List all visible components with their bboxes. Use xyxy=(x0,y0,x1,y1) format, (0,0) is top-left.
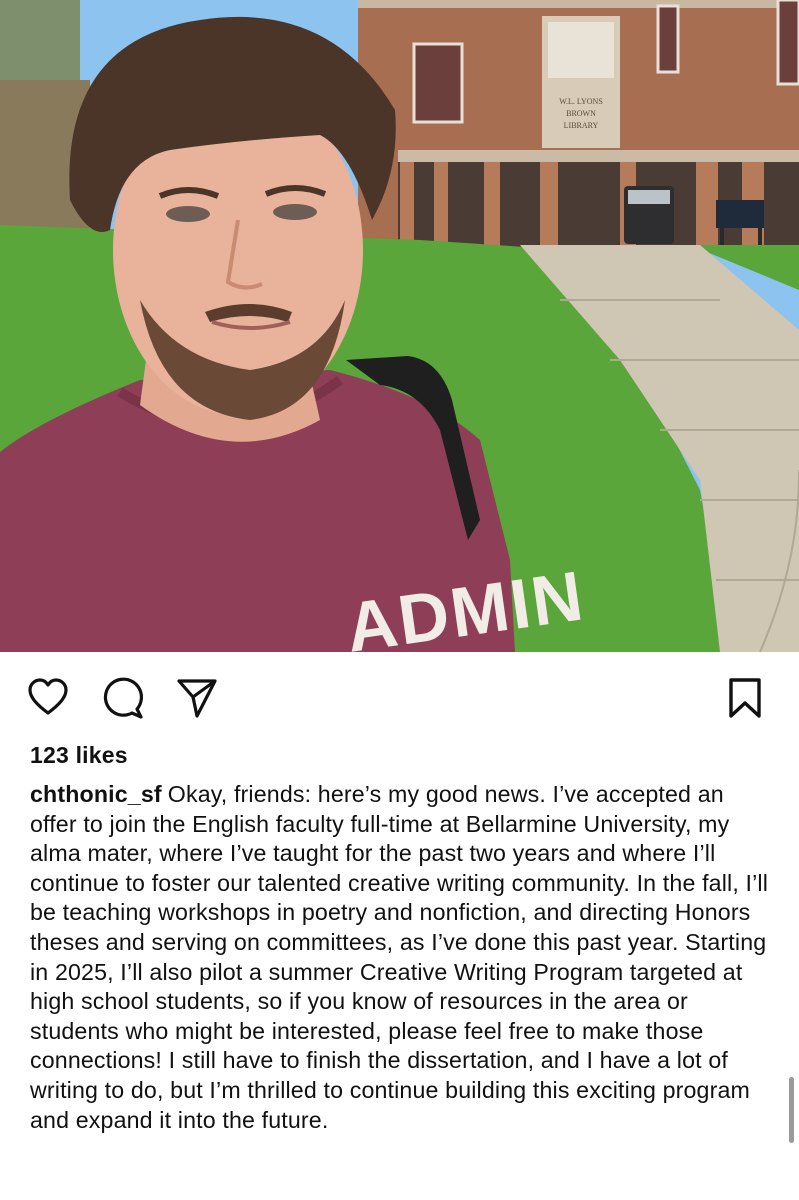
bookmark-icon xyxy=(729,678,761,718)
scrollbar-thumb[interactable] xyxy=(789,1077,794,1143)
post-action-bar xyxy=(0,652,799,742)
save-button[interactable] xyxy=(723,676,767,720)
comment-button[interactable] xyxy=(101,676,145,720)
likes-count[interactable]: 123 likes xyxy=(30,742,128,769)
caption-text: Okay, friends: here’s my good news. I’ve… xyxy=(30,781,769,1133)
comment-icon xyxy=(103,677,144,719)
like-button[interactable] xyxy=(26,676,70,720)
library-sign-line-1: W.L. LYONS xyxy=(559,97,603,106)
post-caption: chthonic_sf Okay, friends: here’s my good… xyxy=(30,780,775,1135)
post-photo[interactable]: W.L. LYONS BROWN LIBRARY ADMIN xyxy=(0,0,799,652)
paper-plane-icon xyxy=(177,679,217,718)
selfie-image: W.L. LYONS BROWN LIBRARY ADMIN xyxy=(0,0,799,652)
heart-icon xyxy=(28,678,68,715)
caption-username[interactable]: chthonic_sf xyxy=(30,781,162,807)
share-button[interactable] xyxy=(175,676,219,720)
library-sign-line-3: LIBRARY xyxy=(564,121,599,130)
library-sign-line-2: BROWN xyxy=(566,109,596,118)
